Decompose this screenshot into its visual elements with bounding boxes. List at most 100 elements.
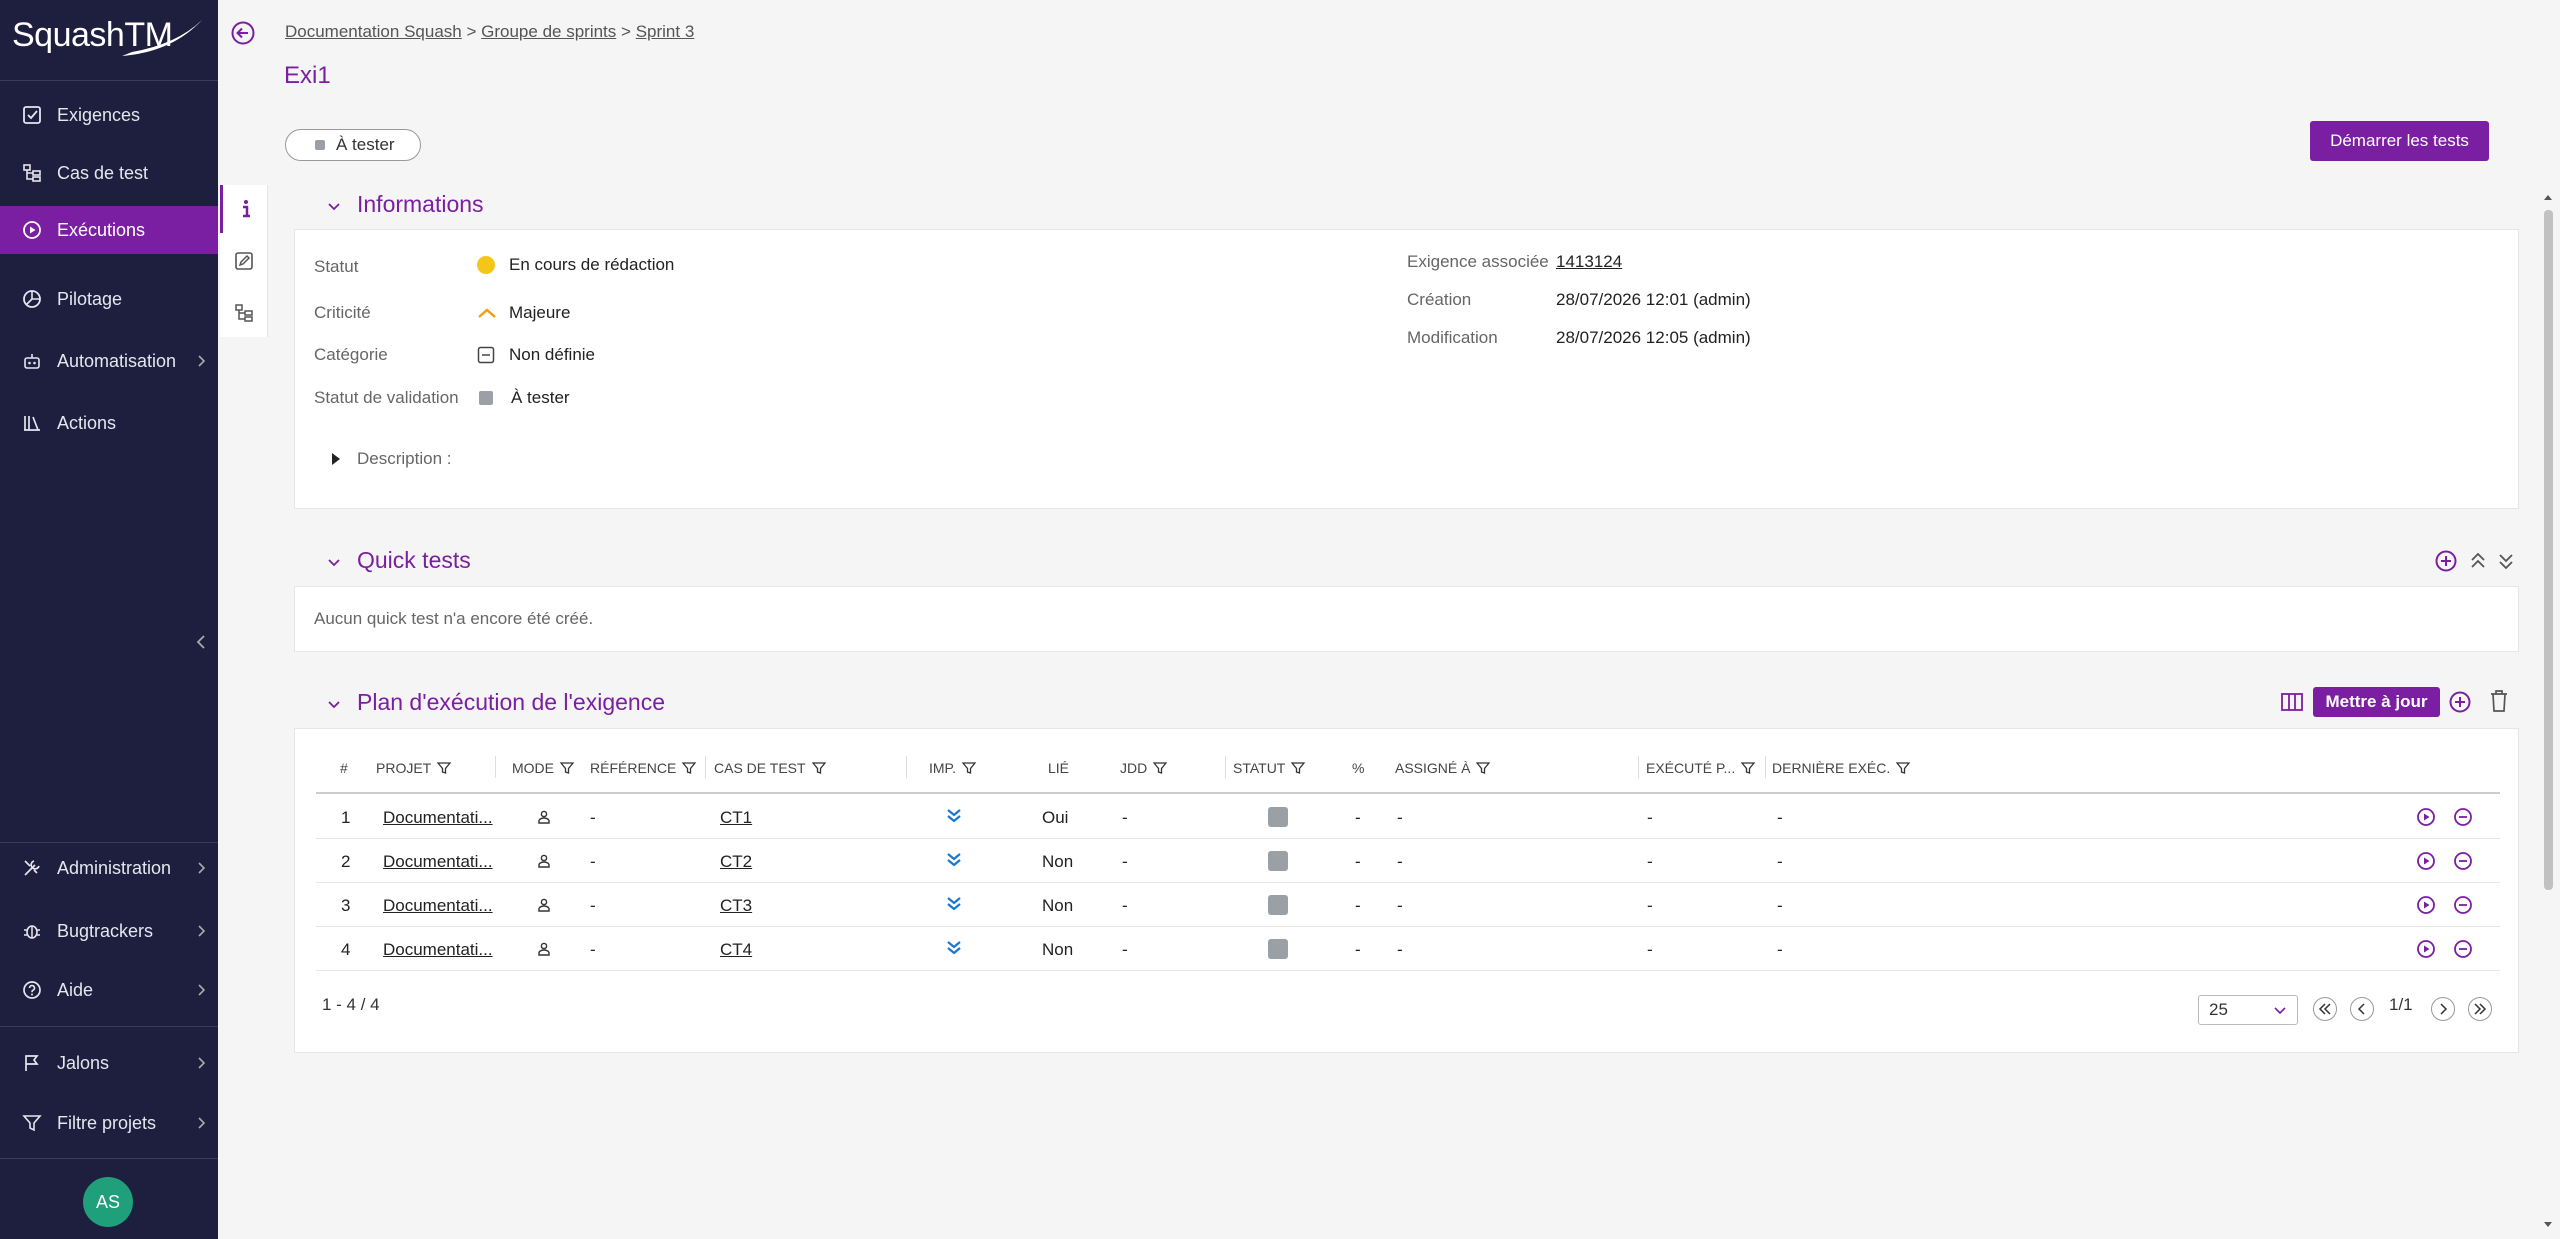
status-square-icon[interactable] [1268, 851, 1288, 871]
status-square-icon[interactable] [1268, 807, 1288, 827]
column-header-projet[interactable]: PROJET [376, 760, 452, 776]
remove-circle-icon[interactable] [2453, 895, 2473, 915]
column-header-reference[interactable]: RÉFÉRENCE [590, 760, 697, 776]
collapse-sidebar-icon[interactable] [194, 632, 208, 652]
column-header-statut[interactable]: STATUT [1233, 760, 1306, 776]
filter-icon[interactable] [560, 761, 574, 775]
sidebar-item-automatisation[interactable]: Automatisation [0, 337, 218, 385]
sidebar-item-actions[interactable]: Actions [0, 399, 218, 447]
column-divider[interactable] [1638, 756, 1639, 778]
play-circle-icon[interactable] [2416, 807, 2436, 827]
filter-icon[interactable] [682, 761, 697, 775]
filter-icon[interactable] [1291, 761, 1306, 775]
criticite-value[interactable]: Majeure [477, 303, 570, 323]
description-label[interactable]: Description : [357, 449, 451, 469]
cell-assigne[interactable]: - [1397, 940, 1403, 960]
column-divider[interactable] [705, 756, 706, 778]
cell-assigne[interactable]: - [1397, 808, 1403, 828]
play-circle-icon[interactable] [2416, 851, 2436, 871]
scroll-down-icon[interactable] [2543, 1220, 2553, 1230]
sidebar-item-pilotage[interactable]: Pilotage [0, 275, 218, 323]
collapse-all-icon[interactable] [2468, 549, 2488, 573]
filter-icon[interactable] [961, 761, 976, 775]
column-header-jdd[interactable]: JDD [1120, 760, 1168, 776]
breadcrumb-link[interactable]: Documentation Squash [285, 22, 462, 41]
remove-circle-icon[interactable] [2453, 851, 2473, 871]
squashtm-logo[interactable]: SquashTM [12, 14, 202, 62]
status-badge[interactable]: À tester [285, 129, 421, 161]
cell-assigne[interactable]: - [1397, 896, 1403, 916]
play-circle-icon[interactable] [2416, 895, 2436, 915]
column-divider[interactable] [495, 756, 496, 778]
sidebar-item-cas-de-test[interactable]: Cas de test [0, 149, 218, 197]
cell-projet-link[interactable]: Documentati... [383, 940, 493, 960]
scroll-up-icon[interactable] [2543, 192, 2553, 202]
sidebar-item-jalons[interactable]: Jalons [0, 1039, 218, 1087]
filter-icon[interactable] [1153, 761, 1168, 775]
cell-cas-de-test-link[interactable]: CT4 [720, 940, 752, 960]
start-tests-button[interactable]: Démarrer les tests [2310, 121, 2489, 161]
next-page-button[interactable] [2431, 997, 2455, 1021]
cell-projet-link[interactable]: Documentati... [383, 896, 493, 916]
column-divider[interactable] [906, 756, 907, 778]
last-page-button[interactable] [2468, 997, 2492, 1021]
validation-value[interactable]: À tester [477, 388, 570, 408]
add-circle-icon[interactable] [2434, 549, 2458, 573]
status-square-icon[interactable] [1268, 895, 1288, 915]
sidebar-item-filtre-projets[interactable]: Filtre projets [0, 1099, 218, 1147]
scrollbar-thumb[interactable] [2544, 210, 2553, 890]
statut-value[interactable]: En cours de rédaction [477, 255, 674, 275]
cell-projet-link[interactable]: Documentati... [383, 852, 493, 872]
sidebar-item-administration[interactable]: Administration [0, 844, 218, 892]
table-row[interactable]: 4 Documentati... - CT4 Non - - - - - [316, 927, 2500, 971]
tab-edit[interactable] [220, 237, 268, 285]
chevron-down-icon[interactable] [326, 199, 342, 215]
columns-icon[interactable] [2280, 690, 2304, 714]
column-header-execute-par[interactable]: EXÉCUTÉ P... [1646, 760, 1756, 776]
back-arrow-icon[interactable] [230, 20, 256, 46]
breadcrumb-link[interactable]: Groupe de sprints [481, 22, 616, 41]
column-header-cas-de-test[interactable]: CAS DE TEST [714, 760, 826, 776]
table-row[interactable]: 3 Documentati... - CT3 Non - - - - - [316, 883, 2500, 927]
remove-circle-icon[interactable] [2453, 939, 2473, 959]
page-size-select[interactable]: 25 [2198, 995, 2298, 1025]
column-header-imp[interactable]: IMP. [929, 760, 976, 776]
play-circle-icon[interactable] [2416, 939, 2436, 959]
exigence-link[interactable]: 1413124 [1556, 252, 1622, 272]
table-row[interactable]: 1 Documentati... - CT1 Oui - - - - - [316, 795, 2500, 839]
tab-information[interactable] [220, 185, 268, 233]
column-divider[interactable] [1765, 756, 1766, 778]
sidebar-item-bugtrackers[interactable]: Bugtrackers [0, 907, 218, 955]
table-row[interactable]: 2 Documentati... - CT2 Non - - - - - [316, 839, 2500, 883]
previous-page-button[interactable] [2350, 997, 2374, 1021]
update-button[interactable]: Mettre à jour [2313, 687, 2440, 717]
chevron-down-icon[interactable] [326, 555, 342, 571]
remove-circle-icon[interactable] [2453, 807, 2473, 827]
expand-all-icon[interactable] [2496, 549, 2516, 573]
cell-cas-de-test-link[interactable]: CT1 [720, 808, 752, 828]
filter-icon[interactable] [1896, 761, 1911, 775]
categorie-value[interactable]: Non définie [477, 345, 595, 365]
cell-projet-link[interactable]: Documentati... [383, 808, 493, 828]
sidebar-item-executions[interactable]: Exécutions [0, 206, 218, 254]
first-page-button[interactable] [2313, 997, 2337, 1021]
breadcrumb-link[interactable]: Sprint 3 [636, 22, 695, 41]
avatar[interactable]: AS [83, 1177, 133, 1227]
sidebar-item-exigences[interactable]: Exigences [0, 91, 218, 139]
trash-icon[interactable] [2488, 689, 2510, 713]
chevron-down-icon[interactable] [326, 697, 342, 713]
sidebar-item-aide[interactable]: Aide [0, 966, 218, 1014]
status-square-icon[interactable] [1268, 939, 1288, 959]
filter-icon[interactable] [1476, 761, 1491, 775]
cell-assigne[interactable]: - [1397, 852, 1403, 872]
filter-icon[interactable] [1741, 761, 1756, 775]
cell-cas-de-test-link[interactable]: CT2 [720, 852, 752, 872]
tab-tree[interactable] [220, 289, 268, 337]
add-circle-icon[interactable] [2448, 690, 2472, 714]
column-divider[interactable] [1225, 756, 1226, 778]
column-header-derniere-exec[interactable]: DERNIÈRE EXÉC. [1772, 760, 1911, 776]
filter-icon[interactable] [437, 761, 452, 775]
caret-right-icon[interactable] [330, 452, 342, 466]
column-header-mode[interactable]: MODE [512, 760, 574, 776]
column-header-assigne[interactable]: ASSIGNÉ À [1395, 760, 1491, 776]
